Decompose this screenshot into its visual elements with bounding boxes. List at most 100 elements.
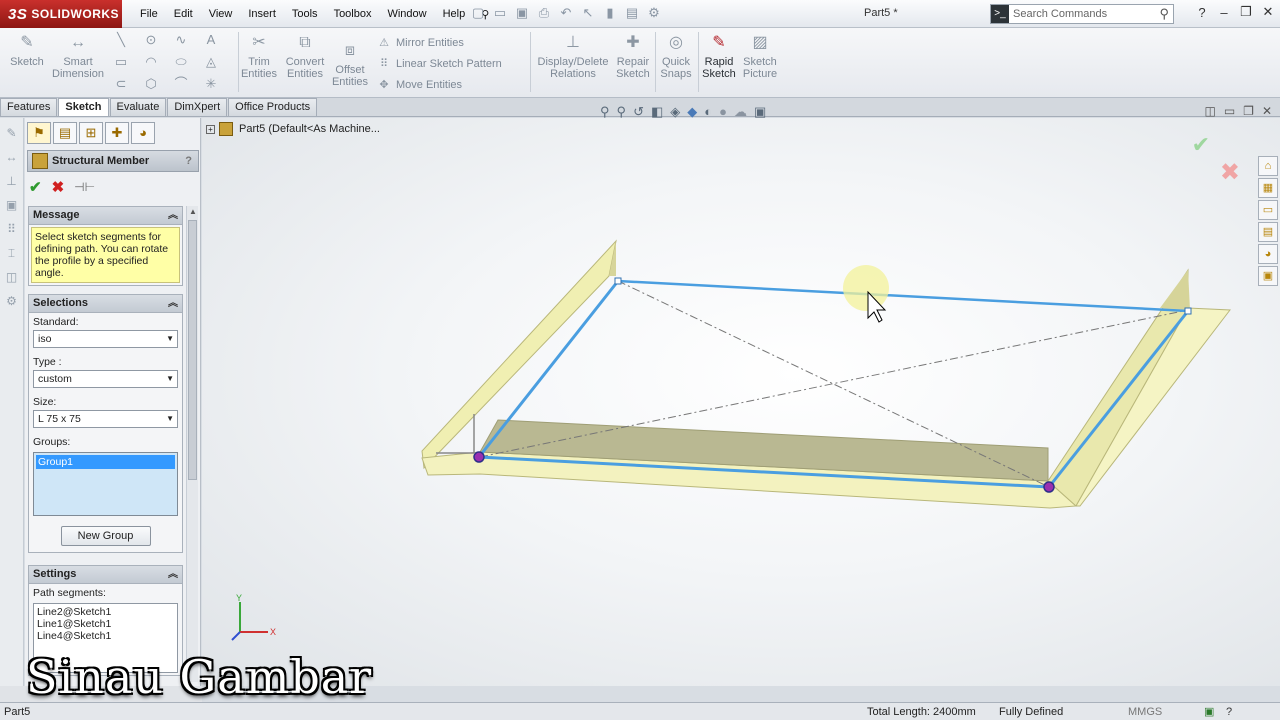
- options-icon[interactable]: ⚙: [646, 5, 662, 21]
- ok-check-icon[interactable]: ✔: [29, 178, 42, 196]
- solidworks-logo[interactable]: 3S SOLIDWORKS: [0, 0, 122, 28]
- menu-file[interactable]: File: [132, 8, 166, 20]
- rapid-sketch-button[interactable]: ✎ Rapid Sketch: [700, 32, 738, 80]
- relation-tool-icon[interactable]: ⊥: [4, 174, 20, 190]
- custom-properties-icon[interactable]: ▣: [1258, 266, 1278, 286]
- close-icon[interactable]: ✕: [1260, 4, 1276, 20]
- polygon-icon[interactable]: ⬡: [140, 76, 162, 92]
- tab-dimxpert[interactable]: DimXpert: [167, 98, 228, 116]
- display-style-icon[interactable]: ◆: [687, 104, 697, 120]
- sketch-button[interactable]: ✎ Sketch: [6, 32, 48, 68]
- collapse-icon[interactable]: ︽: [168, 566, 178, 583]
- section-view-icon[interactable]: ◧: [651, 104, 663, 120]
- rectangle-icon[interactable]: ▭: [110, 54, 132, 70]
- line-icon[interactable]: ╲: [110, 32, 132, 48]
- viewport-restore-icon[interactable]: ❐: [1243, 104, 1254, 118]
- linear-sketch-pattern-button[interactable]: ⠿ Linear Sketch Pattern: [376, 53, 502, 74]
- settings-header[interactable]: Settings ︽: [29, 566, 182, 584]
- pattern-tool-icon[interactable]: ⠿: [4, 222, 20, 238]
- tab-sketch[interactable]: Sketch: [58, 98, 109, 116]
- menu-insert[interactable]: Insert: [240, 8, 284, 20]
- status-units[interactable]: MMGS: [1128, 704, 1162, 720]
- rebuild-status-icon[interactable]: ▣: [1204, 704, 1214, 720]
- trim-entities-button[interactable]: ✂ Trim Entities: [240, 32, 278, 80]
- print-icon[interactable]: ⎙: [536, 5, 552, 21]
- pm-scrollbar[interactable]: ▲: [186, 206, 198, 682]
- collapse-icon[interactable]: ︽: [168, 295, 178, 312]
- dimension-tool-icon[interactable]: ↔: [4, 150, 20, 166]
- new-group-button[interactable]: New Group: [60, 526, 151, 546]
- apply-scene-icon[interactable]: ☁: [734, 104, 747, 120]
- spline-icon[interactable]: ∿: [170, 32, 192, 48]
- display-delete-relations-button[interactable]: ⊥ Display/Delete Relations: [536, 32, 610, 80]
- property-manager-tab-icon[interactable]: ▤: [53, 122, 77, 144]
- settings-tool-icon[interactable]: ⚙: [4, 294, 20, 310]
- weldment-tool-icon[interactable]: ⌶: [4, 246, 20, 262]
- view-orientation-icon[interactable]: ◈: [670, 104, 680, 120]
- fillet-icon[interactable]: ⌒: [170, 76, 192, 92]
- search-icon[interactable]: ⚲: [1159, 6, 1169, 22]
- previous-view-icon[interactable]: ↺: [633, 104, 644, 120]
- confirm-ok-icon[interactable]: ✔: [1192, 132, 1210, 158]
- convert-entities-button[interactable]: ⧉ Convert Entities: [282, 32, 328, 80]
- tab-evaluate[interactable]: Evaluate: [109, 98, 167, 116]
- new-document-icon[interactable]: ▢: [470, 5, 486, 21]
- menu-edit[interactable]: Edit: [166, 8, 201, 20]
- type-select[interactable]: custom ▼: [33, 370, 178, 388]
- cancel-x-icon[interactable]: ✖: [52, 178, 65, 196]
- circle-icon[interactable]: ⊙: [140, 32, 162, 48]
- menu-tools[interactable]: Tools: [284, 8, 326, 20]
- menu-toolbox[interactable]: Toolbox: [326, 8, 380, 20]
- ellipse-icon[interactable]: ⬭: [170, 54, 192, 70]
- dimxpert-manager-tab-icon[interactable]: ✚: [105, 122, 129, 144]
- tab-office-products[interactable]: Office Products: [228, 98, 318, 116]
- zoom-to-fit-icon[interactable]: ⚲: [600, 104, 610, 120]
- select-icon[interactable]: ↖: [580, 5, 596, 21]
- feature-tool-icon[interactable]: ▣: [4, 198, 20, 214]
- open-icon[interactable]: ▭: [492, 5, 508, 21]
- search-commands[interactable]: >_ Search Commands ⚲: [990, 4, 1174, 24]
- zoom-to-area-icon[interactable]: ⚲: [617, 104, 627, 120]
- menu-view[interactable]: View: [201, 8, 241, 20]
- quick-snaps-button[interactable]: ◎ Quick Snaps: [658, 32, 694, 80]
- viewport-close-icon[interactable]: ✕: [1262, 104, 1272, 118]
- file-explorer-icon[interactable]: ▭: [1258, 200, 1278, 220]
- collapse-icon[interactable]: ︽: [168, 207, 178, 224]
- list-item[interactable]: Line4@Sketch1: [37, 630, 174, 642]
- design-library-icon[interactable]: ▦: [1258, 178, 1278, 198]
- point-icon[interactable]: ✳: [200, 76, 222, 92]
- view-settings-icon[interactable]: ▣: [754, 104, 766, 120]
- tile-icon[interactable]: ◫: [1204, 104, 1215, 118]
- minimize-icon[interactable]: –: [1216, 5, 1232, 20]
- help-icon[interactable]: ?: [1194, 5, 1210, 20]
- feature-manager-tab-icon[interactable]: ⚑: [27, 122, 51, 144]
- plane-icon[interactable]: ◬: [200, 54, 222, 70]
- home-icon[interactable]: ⌂: [1258, 156, 1278, 176]
- tab-features[interactable]: Features: [0, 98, 58, 116]
- list-item[interactable]: Group1: [36, 455, 175, 469]
- standard-select[interactable]: iso ▼: [33, 330, 178, 348]
- display-manager-tab-icon[interactable]: ◕: [131, 122, 155, 144]
- arc-icon[interactable]: ◠: [140, 54, 162, 70]
- hide-show-items-icon[interactable]: ◐: [704, 104, 712, 120]
- move-entities-button[interactable]: ✥ Move Entities: [376, 74, 502, 95]
- size-select[interactable]: L 75 x 75 ▼: [33, 410, 178, 428]
- menu-help[interactable]: Help: [435, 8, 474, 20]
- configuration-manager-tab-icon[interactable]: ⊞: [79, 122, 103, 144]
- menu-window[interactable]: Window: [379, 8, 434, 20]
- confirm-cancel-icon[interactable]: ✖: [1220, 158, 1240, 187]
- search-input[interactable]: Search Commands: [1013, 8, 1159, 20]
- save-icon[interactable]: ▣: [514, 5, 530, 21]
- offset-entities-button[interactable]: ⧈ Offset Entities: [330, 40, 370, 88]
- file-properties-icon[interactable]: ▤: [624, 5, 640, 21]
- scroll-thumb[interactable]: [188, 220, 197, 480]
- smart-dimension-button[interactable]: ↔ Smart Dimension: [50, 32, 106, 80]
- appearances-icon[interactable]: ◕: [1258, 244, 1278, 264]
- selections-header[interactable]: Selections ︽: [29, 295, 182, 313]
- help-icon[interactable]: ?: [185, 155, 192, 167]
- message-header[interactable]: Message ︽: [29, 207, 182, 225]
- sketch-picture-button[interactable]: ▨ Sketch Picture: [740, 32, 780, 80]
- view-palette-icon[interactable]: ▤: [1258, 222, 1278, 242]
- mirror-entities-button[interactable]: ⚠ Mirror Entities: [376, 32, 502, 53]
- undo-icon[interactable]: ↶: [558, 5, 574, 21]
